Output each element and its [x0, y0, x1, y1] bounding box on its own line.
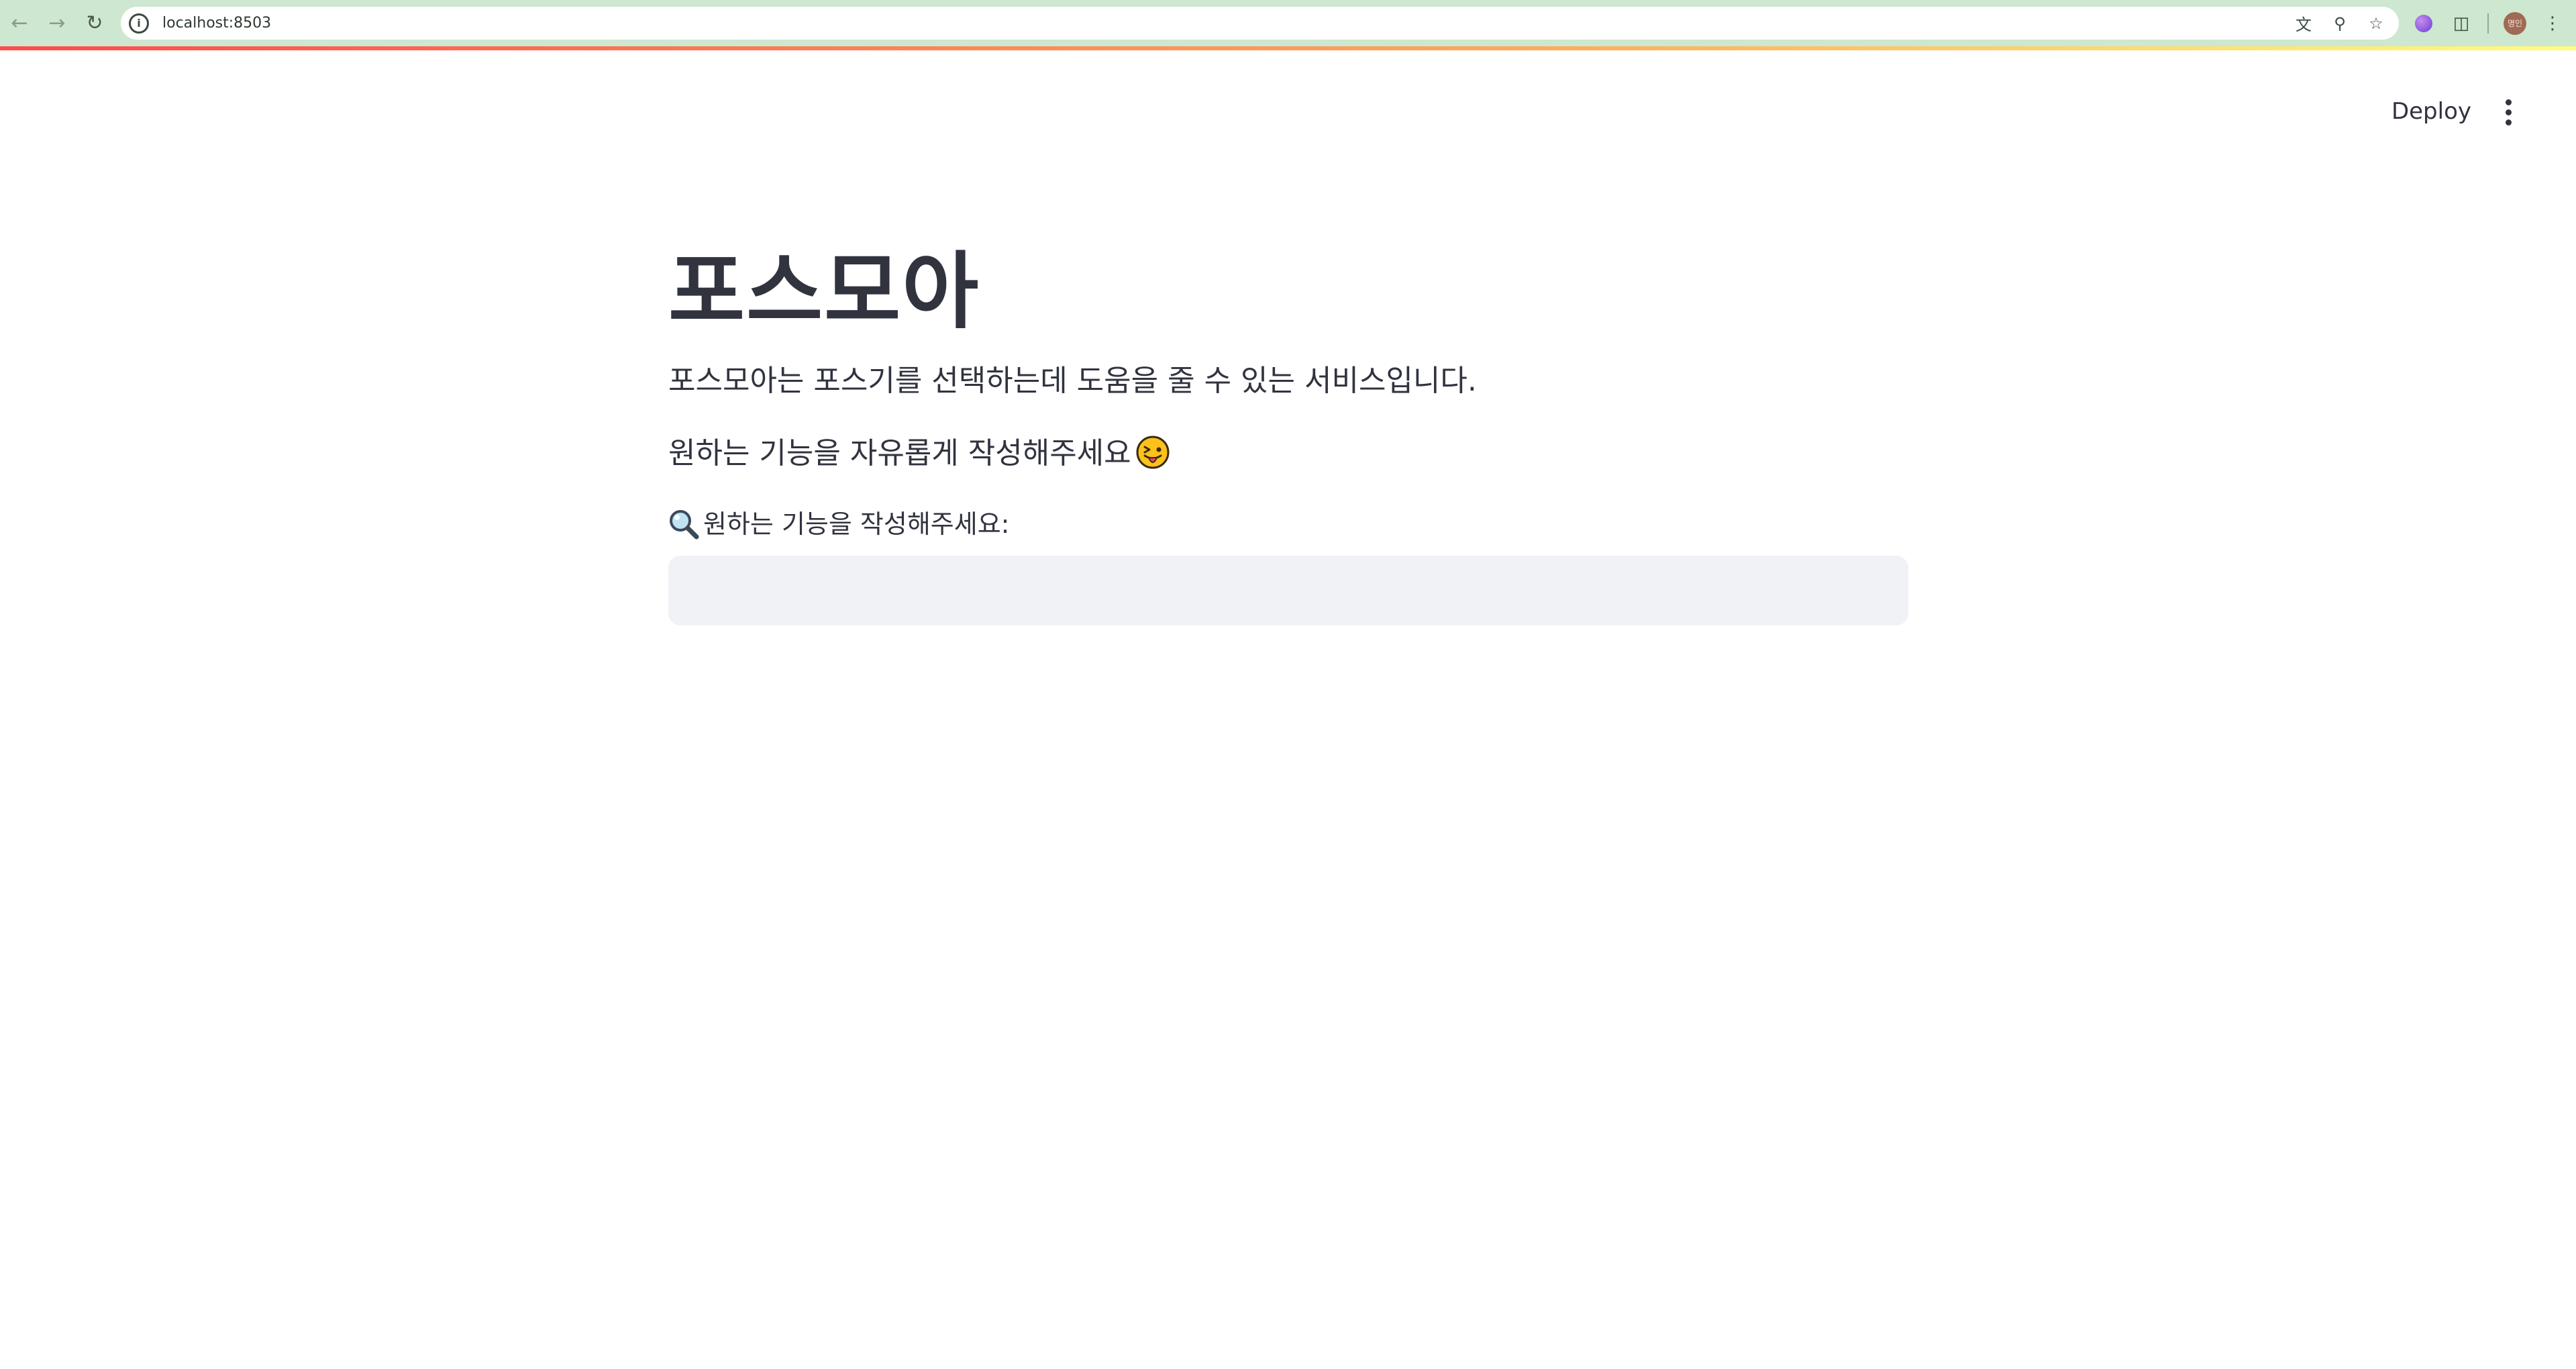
browser-actions: ◫ 명인 ⋮ [2412, 0, 2576, 46]
bookmark-star-icon[interactable]: ☆ [2367, 14, 2385, 33]
gem-extension-icon[interactable] [2412, 12, 2435, 35]
puzzle-icon[interactable]: ◫ [2450, 12, 2473, 35]
kebab-menu-icon[interactable]: ⋮ [2541, 12, 2564, 35]
intro-text: 포스모아는 포스기를 선택하는데 도움을 줄 수 있는 서비스입니다. [668, 364, 1477, 398]
input-label-text: 원하는 기능을 작성해주세요: [703, 509, 1010, 539]
tongue-out-face-icon [1136, 436, 1170, 469]
url-text[interactable]: localhost:8503 [162, 15, 271, 32]
input-label: 원하는 기능을 작성해주세요: [668, 506, 1908, 542]
site-info-icon[interactable]: i [129, 13, 149, 34]
zoom-icon[interactable]: ⚲ [2330, 14, 2349, 33]
page-title: 포스모아 [668, 244, 980, 340]
feature-text-input[interactable] [668, 556, 1908, 625]
browser-toolbar: ← → ↻ i localhost:8503 文 ⚲ ☆ ◫ 명인 ⋮ [0, 0, 2576, 46]
reload-icon[interactable]: ↻ [76, 5, 113, 42]
translate-icon[interactable]: 文 [2294, 14, 2313, 34]
main-menu-icon[interactable] [2493, 97, 2524, 128]
magnifier-icon [670, 510, 699, 540]
browser-nav: ← → ↻ [0, 0, 113, 46]
address-bar[interactable]: i localhost:8503 文 ⚲ ☆ [121, 7, 2399, 40]
toolbar-divider [2487, 13, 2489, 34]
address-bar-actions: 文 ⚲ ☆ [2294, 7, 2385, 40]
back-icon[interactable]: ← [1, 5, 38, 42]
deploy-button[interactable]: Deploy [2381, 94, 2482, 129]
app-decoration-bar [0, 46, 2576, 50]
main-content: 포스모아 포스모아는 포스기를 선택하는데 도움을 줄 수 있는 서비스입니다.… [668, 235, 1908, 625]
prompt-text-label: 원하는 기능을 자유롭게 작성해주세요 [668, 436, 1131, 470]
profile-avatar[interactable]: 명인 [2504, 11, 2526, 35]
prompt-text: 원하는 기능을 자유롭게 작성해주세요 [668, 434, 1908, 474]
forward-icon[interactable]: → [39, 5, 75, 42]
